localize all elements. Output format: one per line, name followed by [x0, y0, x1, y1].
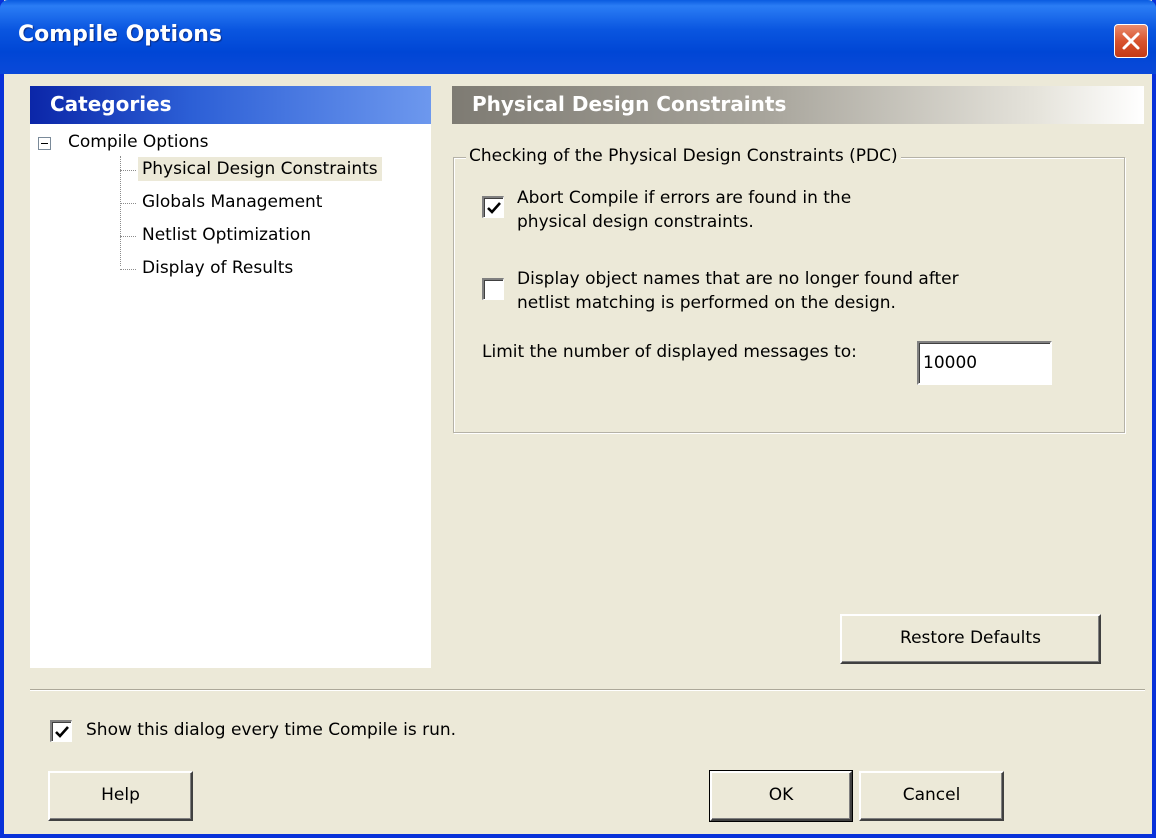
ok-button[interactable]: OK: [709, 770, 853, 822]
categories-header-label: Categories: [50, 92, 172, 116]
abort-compile-checkbox[interactable]: [482, 196, 504, 218]
title-bar[interactable]: Compile Options: [0, 0, 1156, 74]
limit-messages-label: Limit the number of displayed messages t…: [482, 342, 857, 362]
restore-defaults-button[interactable]: Restore Defaults: [840, 614, 1101, 664]
display-object-names-checkbox[interactable]: [482, 278, 504, 300]
checkmark-icon: [55, 726, 69, 738]
collapse-icon[interactable]: [38, 137, 51, 150]
footer-divider: [30, 689, 1145, 691]
tree-item-label: Physical Design Constraints: [138, 157, 382, 181]
tree-item-label: Globals Management: [142, 192, 323, 212]
tree-item-label: Netlist Optimization: [142, 225, 311, 245]
panel-header: Physical Design Constraints: [452, 86, 1144, 124]
tree-root-label: Compile Options: [68, 132, 209, 152]
dialog-title: Compile Options: [18, 22, 222, 47]
show-dialog-checkbox[interactable]: [50, 720, 72, 742]
panel-header-label: Physical Design Constraints: [472, 92, 787, 116]
limit-messages-input[interactable]: [917, 341, 1052, 385]
categories-header: Categories: [30, 86, 431, 124]
help-button[interactable]: Help: [48, 771, 193, 821]
cancel-button[interactable]: Cancel: [859, 771, 1004, 821]
tree-item-label: Display of Results: [142, 258, 294, 278]
close-icon: [1122, 32, 1140, 50]
group-title: Checking of the Physical Design Constrai…: [466, 146, 901, 166]
checkmark-icon: [487, 202, 501, 214]
display-object-names-label[interactable]: Display object names that are no longer …: [517, 267, 959, 315]
tree-connector: [120, 156, 121, 266]
close-button[interactable]: [1114, 24, 1148, 58]
categories-panel: Categories Compile Options Physical Desi…: [30, 86, 431, 668]
abort-compile-label[interactable]: Abort Compile if errors are found in the…: [517, 186, 851, 234]
show-dialog-label[interactable]: Show this dialog every time Compile is r…: [86, 720, 456, 740]
